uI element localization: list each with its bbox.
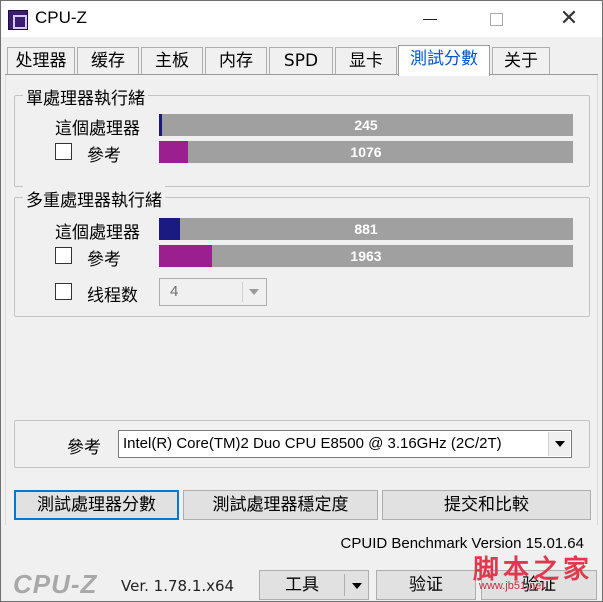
tab-bench[interactable]: 測試分數: [398, 45, 490, 76]
tools-separator: [344, 574, 345, 596]
multi-reference-bar: 1963: [159, 245, 573, 267]
minimize-button[interactable]: [408, 1, 454, 37]
minimize-icon: [423, 19, 437, 20]
reference-group: 參考 Intel(R) Core(TM)2 Duo CPU E8500 @ 3.…: [14, 420, 590, 468]
cpuz-app-icon: [8, 10, 28, 30]
reference-cpu-select[interactable]: Intel(R) Core(TM)2 Duo CPU E8500 @ 3.16G…: [118, 430, 572, 458]
tab-strip: 处理器 缓存 主板 内存 SPD 显卡 測試分數 关于: [5, 45, 603, 76]
multi-this-cpu-label: 這個處理器: [55, 223, 140, 243]
chevron-down-icon: [548, 432, 570, 456]
submit-compare-button[interactable]: 提交和比較: [382, 490, 591, 520]
version-text: Ver. 1.78.1.x64: [121, 577, 235, 595]
validate-button[interactable]: 验证: [376, 570, 476, 600]
multi-thread-group: 多重處理器執行緒 這個處理器 881 參考 1963 线程数 4: [14, 186, 590, 317]
maximize-button[interactable]: [475, 1, 521, 37]
chevron-down-icon: [242, 282, 264, 302]
close-button[interactable]: ✕: [546, 1, 592, 37]
tab-graphics[interactable]: 显卡: [335, 47, 397, 75]
single-reference-score: 1076: [350, 144, 382, 160]
tab-processor[interactable]: 处理器: [7, 47, 75, 75]
window-title: CPU-Z: [35, 8, 87, 27]
single-this-cpu-score: 245: [354, 117, 378, 133]
tools-button[interactable]: 工具: [259, 570, 369, 600]
single-thread-title: 單處理器執行緒: [23, 84, 148, 109]
chevron-down-icon: [352, 583, 362, 589]
cpuz-window: CPU-Z ✕ 处理器 缓存 主板 内存 SPD 显卡 測試分數 关于 單處理器…: [0, 0, 603, 602]
single-this-cpu-label: 這個處理器: [55, 119, 140, 139]
stress-cpu-button[interactable]: 測試處理器穩定度: [183, 490, 378, 520]
tab-cache[interactable]: 缓存: [77, 47, 139, 75]
multi-this-cpu-bar: 881: [159, 218, 573, 240]
tab-about[interactable]: 关于: [492, 47, 550, 75]
multi-this-cpu-score: 881: [354, 221, 378, 237]
bench-panel: 單處理器執行緒 這個處理器 245 參考 1076 多重處理器執行緒 這個處理器…: [5, 75, 598, 525]
close-icon: ✕: [559, 6, 579, 31]
single-reference-checkbox[interactable]: [55, 143, 72, 160]
tab-mainboard[interactable]: 主板: [141, 47, 203, 75]
single-thread-group: 單處理器執行緒 這個處理器 245 參考 1076: [14, 84, 590, 187]
multi-reference-score: 1963: [350, 248, 382, 264]
multi-thread-title: 多重處理器執行緒: [23, 186, 165, 211]
watermark-url: www.jb51.net: [479, 580, 545, 592]
tools-label: 工具: [285, 575, 319, 595]
multi-reference-label: 參考: [87, 250, 121, 270]
reference-label: 參考: [67, 438, 101, 458]
maximize-icon: [490, 13, 503, 26]
tab-memory[interactable]: 内存: [205, 47, 267, 75]
threads-count-value: 4: [170, 283, 179, 300]
threads-count-select[interactable]: 4: [159, 278, 267, 306]
cpuz-logo: CPU-Z: [13, 569, 98, 599]
threads-checkbox[interactable]: [55, 283, 72, 300]
threads-label: 线程数: [87, 286, 138, 306]
tab-spd[interactable]: SPD: [269, 47, 333, 75]
bench-cpu-button[interactable]: 測試處理器分數: [14, 490, 179, 520]
reference-cpu-value: Intel(R) Core(TM)2 Duo CPU E8500 @ 3.16G…: [123, 435, 502, 452]
single-reference-label: 參考: [87, 146, 121, 166]
title-bar[interactable]: CPU-Z ✕: [1, 1, 602, 37]
single-this-cpu-bar: 245: [159, 114, 573, 136]
multi-reference-checkbox[interactable]: [55, 247, 72, 264]
single-reference-bar: 1076: [159, 141, 573, 163]
